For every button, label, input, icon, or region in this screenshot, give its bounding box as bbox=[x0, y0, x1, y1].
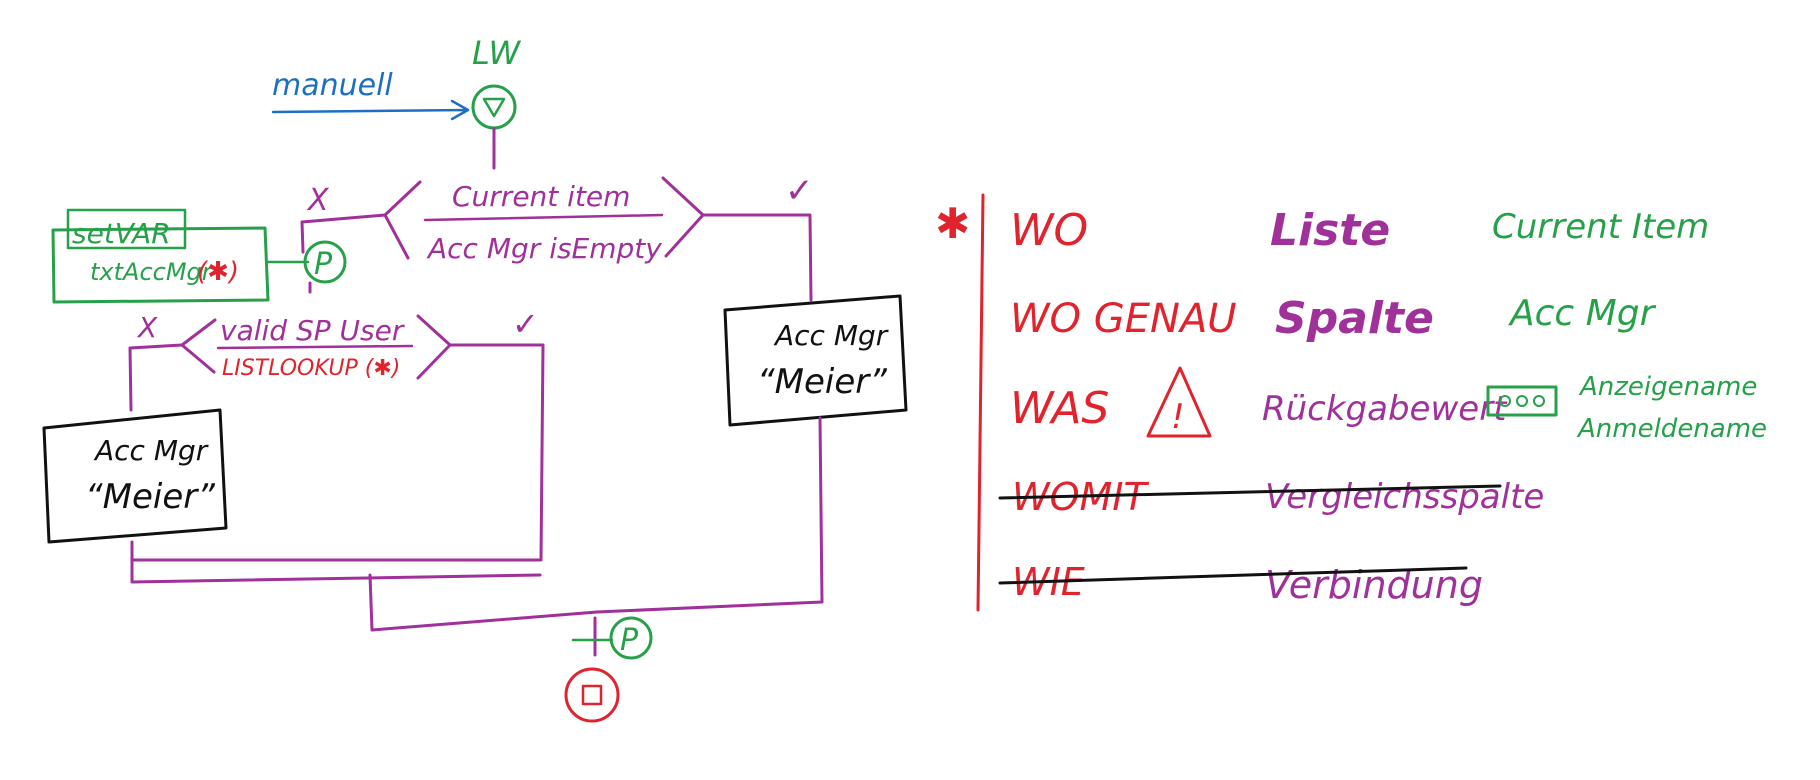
condition2-yes-mark: ✓ bbox=[512, 305, 539, 343]
legend-display-name: Anzeigename bbox=[1578, 372, 1757, 402]
box-left-line1: Acc Mgr bbox=[93, 434, 209, 467]
warning-triangle-icon: ! bbox=[1146, 366, 1212, 438]
end-p-node[interactable]: P bbox=[609, 616, 653, 660]
end-p-label: P bbox=[620, 623, 639, 658]
box-right-line2: “Meier” bbox=[757, 362, 887, 402]
connector-c1-yes bbox=[701, 213, 813, 302]
legend-col1-wo: WO bbox=[1010, 205, 1088, 256]
legend-col1-was: WAS bbox=[1010, 383, 1109, 434]
setvar-action[interactable]: setVAR txtAccMgr (✱) bbox=[51, 208, 270, 304]
setvar-title: setVAR bbox=[72, 217, 171, 250]
setvar-marker: (✱) bbox=[197, 257, 239, 287]
connector-right-box-down bbox=[595, 416, 824, 614]
square-circle-icon bbox=[581, 684, 603, 706]
condition1-top: Current item bbox=[452, 180, 630, 213]
start-label: LW bbox=[472, 34, 522, 72]
connector-left-box-down bbox=[130, 540, 542, 584]
connector-c2-no bbox=[128, 343, 184, 412]
condition-current-item[interactable]: Current item Acc Mgr isEmpty bbox=[383, 176, 705, 265]
connector-merge bbox=[368, 573, 599, 657]
setvar-p-label: P bbox=[314, 247, 333, 282]
condition2-no-mark: X bbox=[136, 311, 158, 344]
legend-col3-current-item: Current Item bbox=[1492, 207, 1709, 247]
legend-login-name: Anmeldename bbox=[1576, 414, 1767, 444]
box-acc-mgr-left[interactable]: Acc Mgr “Meier” bbox=[42, 408, 228, 544]
box-left-line2: “Meier” bbox=[85, 477, 215, 517]
condition1-bottom: Acc Mgr isEmpty bbox=[426, 232, 662, 265]
legend-col1-wo-genau: WO GENAU bbox=[1010, 296, 1237, 342]
setvar-p-node[interactable]: P bbox=[303, 240, 347, 284]
legend-col2-spalte: Spalte bbox=[1275, 293, 1434, 344]
box-right-line1: Acc Mgr bbox=[773, 319, 889, 352]
setvar-body: txtAccMgr bbox=[90, 258, 214, 286]
legend-col2-rueckgabewert: Rückgabewert bbox=[1262, 389, 1508, 429]
condition2-top: valid SP User bbox=[220, 314, 405, 347]
condition1-no-mark: X bbox=[306, 183, 330, 218]
legend-divider bbox=[976, 193, 985, 612]
start-node[interactable] bbox=[471, 84, 517, 130]
triangle-circle-icon bbox=[482, 97, 506, 118]
condition-valid-sp-user[interactable]: valid SP User LISTLOOKUP (✱) bbox=[180, 314, 452, 381]
process-diagram: manuell LW Current item Acc Mgr isEmpty … bbox=[42, 34, 1767, 723]
legend-col2-vergleichsspalte: Vergleichsspalte bbox=[1265, 477, 1544, 517]
trigger-label: manuell bbox=[272, 68, 393, 103]
warning-symbol: ! bbox=[1171, 397, 1185, 437]
box-acc-mgr-right[interactable]: Acc Mgr “Meier” bbox=[723, 294, 908, 427]
trigger-arrow bbox=[271, 99, 470, 121]
legend-marker: ✱ bbox=[935, 199, 970, 248]
condition1-yes-mark: ✓ bbox=[785, 171, 814, 211]
end-node[interactable] bbox=[564, 667, 620, 723]
condition2-bottom: LISTLOOKUP (✱) bbox=[222, 356, 400, 381]
legend-col3-acc-mgr: Acc Mgr bbox=[1508, 293, 1657, 334]
legend-col2-liste: Liste bbox=[1270, 205, 1390, 256]
